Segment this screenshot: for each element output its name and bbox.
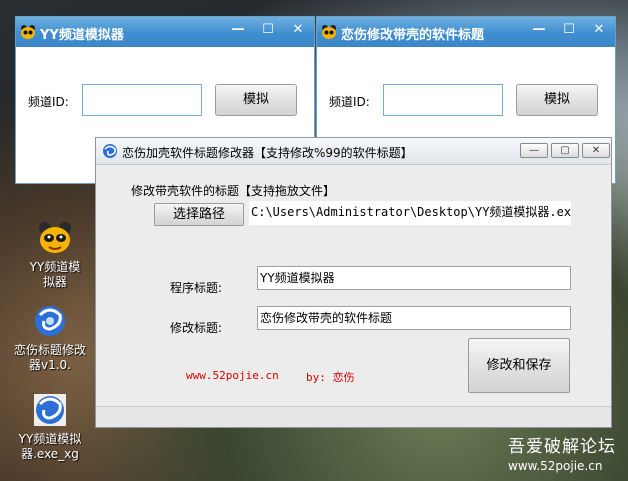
desktop-icon-yy-exe-xg[interactable]: YY频道模拟器.exe_xg <box>10 392 90 462</box>
watermark: 吾爱破解论坛 www.52pojie.cn <box>508 432 616 473</box>
watermark-url: www.52pojie.cn <box>508 459 603 473</box>
blue-swirl-icon <box>102 143 118 162</box>
titlebar[interactable]: 恋伤修改带壳的软件标题 — ☐ ✕ <box>317 17 615 47</box>
maximize-button[interactable]: ☐ <box>256 21 280 39</box>
yy-bear-icon <box>20 24 36 40</box>
modify-title-field[interactable]: 恋伤修改带壳的软件标题 <box>257 306 571 330</box>
close-button[interactable]: ✕ <box>582 143 610 158</box>
window-title: YY频道模拟器 <box>40 28 124 43</box>
restore-button[interactable]: ▢ <box>551 143 579 158</box>
close-button[interactable]: ✕ <box>587 21 611 39</box>
program-title-label: 程序标题: <box>170 281 223 295</box>
modify-and-save-button[interactable]: 修改和保存 <box>468 338 570 393</box>
channel-id-input[interactable] <box>383 84 503 116</box>
blue-swirl-icon <box>32 392 68 428</box>
desktop-icon-title-modifier[interactable]: 恋伤标题修改器v1.0. <box>10 303 90 373</box>
titlebar[interactable]: YY频道模拟器 — ☐ ✕ <box>16 17 314 47</box>
close-button[interactable]: ✕ <box>286 21 310 39</box>
window-title: 恋伤修改带壳的软件标题 <box>341 28 485 43</box>
desktop-icon-label: 恋伤标题修改器v1.0. <box>13 343 86 372</box>
desktop-icon-label: YY频道模拟器.exe_xg <box>18 432 82 461</box>
maximize-button[interactable]: ☐ <box>557 21 581 39</box>
simulate-button[interactable]: 模拟 <box>215 84 297 116</box>
minimize-button[interactable]: — <box>520 143 548 158</box>
channel-id-label: 频道ID: <box>329 95 370 109</box>
path-field[interactable]: C:\Users\Administrator\Desktop\YY频道模拟器.e… <box>249 201 571 225</box>
titlebar[interactable]: 恋伤加壳软件标题修改器【支持修改%99的软件标题】 — ▢ ✕ <box>96 138 611 165</box>
author-label: by: 恋伤 <box>306 371 355 384</box>
site-link[interactable]: www.52pojie.cn <box>186 369 279 382</box>
blue-swirl-icon <box>32 303 68 339</box>
program-title-field[interactable]: YY频道模拟器 <box>257 266 571 290</box>
choose-path-button[interactable]: 选择路径 <box>154 203 244 226</box>
group-label: 修改带壳软件的标题【支持拖放文件】 <box>131 184 336 198</box>
yy-bear-icon <box>321 24 337 40</box>
minimize-button[interactable]: — <box>527 21 551 39</box>
modify-title-label: 修改标题: <box>170 321 223 335</box>
title-modifier-window: 恋伤加壳软件标题修改器【支持修改%99的软件标题】 — ▢ ✕ 修改带壳软件的标… <box>95 137 612 428</box>
status-bar <box>96 406 611 427</box>
desktop-icon-label: YY频道模拟器 <box>29 260 81 289</box>
channel-id-label: 频道ID: <box>28 95 69 109</box>
channel-id-input[interactable] <box>82 84 202 116</box>
window-title: 恋伤加壳软件标题修改器【支持修改%99的软件标题】 <box>122 146 413 160</box>
simulate-button[interactable]: 模拟 <box>516 84 598 116</box>
desktop-icon-yy-simulator[interactable]: YY频道模拟器 <box>15 220 95 290</box>
watermark-title: 吾爱破解论坛 <box>508 437 616 457</box>
minimize-button[interactable]: — <box>226 21 250 39</box>
yy-bear-icon <box>37 220 73 256</box>
